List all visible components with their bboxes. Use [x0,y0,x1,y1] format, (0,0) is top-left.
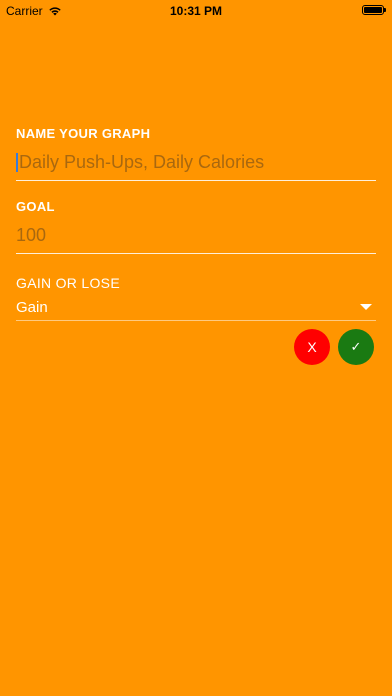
goal-field[interactable] [16,219,376,254]
gain-or-lose-value: Gain [16,298,48,316]
goal-label: GOAL [16,199,55,214]
graph-name-field[interactable] [16,146,379,181]
status-right [362,5,386,15]
chevron-down-icon [360,304,372,310]
text-caret [16,153,18,172]
checkmark-icon: ✓ [350,339,362,354]
cancel-button[interactable]: X [294,329,330,365]
goal-input[interactable] [16,219,376,251]
status-bar: Carrier 10:31 PM [0,0,392,22]
gain-or-lose-label: GAIN OR LOSE [16,275,120,291]
close-icon: X [307,339,317,355]
battery-icon [362,5,386,15]
status-time: 10:31 PM [169,4,223,18]
graph-name-input[interactable] [16,146,379,178]
confirm-button[interactable]: ✓ [338,329,374,365]
gain-or-lose-select[interactable]: Gain [16,294,376,321]
graph-name-label: NAME YOUR GRAPH [16,126,151,141]
create-graph-form: NAME YOUR GRAPH GOAL GAIN OR LOSE Gain [16,126,379,321]
form-actions: X ✓ [294,329,374,365]
